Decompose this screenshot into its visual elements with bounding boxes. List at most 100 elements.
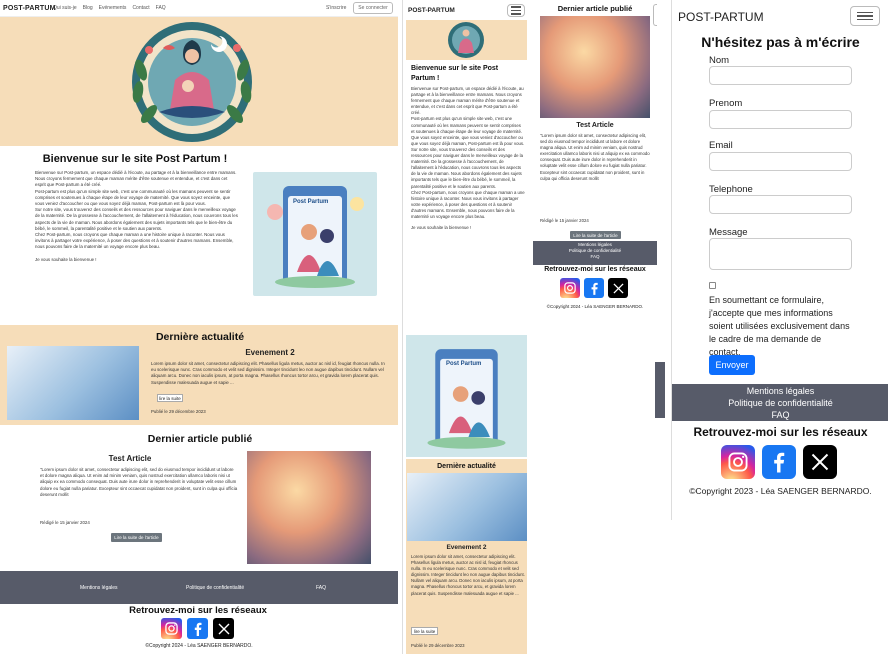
welcome-paragraph: Chez Post-partum, nous croyons que chaqu…	[35, 232, 234, 250]
consent-text: En soumettant ce formulaire, j'accepte q…	[709, 295, 850, 357]
footer: Mentions légales Politique de confidenti…	[0, 571, 398, 604]
social-title: Retrouvez-moi sur les réseaux	[693, 425, 868, 439]
article-read-more-button[interactable]: Lire la suite de l'article	[111, 533, 162, 542]
firstname-field[interactable]	[709, 110, 852, 129]
footer-privacy-link[interactable]: Politique de confidentialité	[186, 585, 244, 591]
signup-link[interactable]: S'inscrire	[326, 5, 346, 11]
hero-banner	[406, 20, 527, 60]
event-date: Publié le 29 décembre 2023	[411, 643, 465, 648]
event-text: Lorem ipsum dolor sit amet, consectetur …	[411, 554, 525, 596]
nav-link-about[interactable]: Qui suis-je	[53, 5, 77, 11]
facebook-icon[interactable]	[584, 278, 604, 298]
instagram-icon[interactable]	[560, 278, 580, 298]
event-title: Evenement 2	[245, 348, 295, 357]
x-icon[interactable]	[803, 445, 837, 479]
menu-icon[interactable]	[850, 6, 880, 26]
welcome-paragraph: Je vous souhaite la bienvenue !	[35, 256, 97, 262]
phone-illustration: Post Partum	[406, 335, 527, 457]
welcome-paragraph: Post-partum est plus qu'un simple site w…	[411, 116, 525, 146]
social-title: Retrouvez-moi sur les réseaux	[544, 266, 646, 273]
mobile-article-page: Dernier article publié Test Article "Lor…	[533, 0, 657, 318]
event-read-more-button[interactable]: lire la suite	[157, 394, 183, 402]
phone-title: Post Partum	[293, 199, 329, 205]
email-label: Email	[709, 140, 733, 151]
article-image	[247, 451, 371, 564]
copyright: ©Copyright 2024 - Léa SAENGER BERNARDO.	[546, 304, 644, 309]
phone-field[interactable]	[709, 195, 852, 214]
navbar: POST-PARTUM Qui suis-je Blog Evénements …	[0, 0, 398, 17]
contact-page: POST-PARTUM N'hésitez pas à m'écrire Nom…	[671, 0, 888, 520]
welcome-paragraph: Post-partum est plus qu'un simple site w…	[35, 188, 231, 207]
phone-label: Telephone	[709, 184, 753, 195]
nav-link-contact[interactable]: Contact	[132, 5, 149, 11]
article-date: Rédigé le 15 janvier 2024	[540, 218, 589, 223]
message-label: Message	[709, 227, 748, 238]
welcome-paragraph: Bienvenue sur Post-partum, un espace déd…	[411, 86, 524, 116]
cut-off-footer-sliver	[655, 362, 665, 418]
footer-legal-link[interactable]: Mentions légales	[672, 385, 888, 397]
firstname-label: Prenom	[709, 98, 743, 109]
login-button[interactable]: Se connecter	[353, 2, 393, 14]
event-date: Publié le 29 décembre 2023	[151, 409, 206, 414]
footer-faq-link[interactable]: FAQ	[533, 254, 657, 260]
article-text: "Lorem ipsum dolor sit amet, consectetur…	[40, 467, 238, 497]
welcome-text: Bienvenue sur Post-partum, un espace déd…	[35, 170, 238, 263]
nav-link-blog[interactable]: Blog	[83, 5, 93, 11]
x-icon[interactable]	[213, 618, 234, 639]
event-text: Lorem ipsum dolor sit amet, consectetur …	[151, 361, 385, 385]
facebook-icon[interactable]	[187, 618, 208, 639]
footer: Mentions légales Politique de confidenti…	[533, 241, 657, 265]
footer-faq-link[interactable]: FAQ	[672, 409, 888, 421]
email-field[interactable]	[709, 152, 852, 171]
welcome-paragraph: Je vous souhaite la bienvenue !	[411, 225, 472, 231]
article-date: Rédigé le 15 janvier 2024	[40, 520, 90, 525]
nav-links: Qui suis-je Blog Evénements Contact FAQ	[53, 5, 166, 11]
message-textarea[interactable]	[709, 238, 852, 270]
news-section-title: Dernière actualité	[155, 331, 245, 343]
footer-privacy-link[interactable]: Politique de confidentialité	[672, 397, 888, 409]
menu-icon[interactable]	[507, 4, 525, 17]
event-title: Evenement 2	[446, 544, 487, 551]
welcome-paragraph: Chez Post-partum, nous croyons que chaqu…	[411, 189, 525, 219]
mobile-page: POST-PARTUM Bienvenue sur le site Post P…	[402, 0, 528, 654]
facebook-icon[interactable]	[762, 445, 796, 479]
article-title: Test Article	[576, 122, 614, 129]
event-read-more-button[interactable]: lire la suite	[411, 627, 438, 635]
consent-checkbox[interactable]	[709, 282, 716, 289]
hero-banner	[0, 17, 398, 146]
nav-link-faq[interactable]: FAQ	[156, 5, 166, 11]
copyright: ©Copyright 2023 - Léa SAENGER BERNARDO.	[689, 486, 872, 496]
brand-logo[interactable]: POST-PARTUM	[678, 10, 764, 24]
news-section: Dernière actualité Evenement 2 Lorem ips…	[0, 325, 398, 425]
welcome-paragraph: Sur notre site, vous trouverez des conse…	[35, 207, 238, 231]
submit-button[interactable]: Envoyer	[709, 355, 755, 375]
article-read-more-button[interactable]: Lire la suite de l'article	[570, 231, 621, 239]
article-image	[540, 16, 650, 118]
footer-faq-link[interactable]: FAQ	[316, 585, 326, 591]
news-section-title: Dernière actualité	[437, 463, 496, 470]
copyright: ©Copyright 2024 - Léa SAENGER BERNARDO.	[145, 643, 253, 649]
event-image	[7, 346, 139, 420]
news-section: Dernière actualité Evenement 2 Lorem ips…	[406, 459, 527, 654]
footer-legal-link[interactable]: Mentions légales	[80, 585, 118, 591]
desktop-page: POST-PARTUM Qui suis-je Blog Evénements …	[0, 0, 398, 654]
article-title: Test Article	[108, 454, 152, 463]
welcome-title: Bienvenue sur le site Post Partum !	[42, 153, 228, 165]
name-field[interactable]	[709, 66, 852, 85]
article-section-title: Dernier article publié	[147, 433, 253, 445]
nav-link-events[interactable]: Evénements	[99, 5, 127, 11]
instagram-icon[interactable]	[721, 445, 755, 479]
brand-logo[interactable]: POST-PARTUM	[408, 7, 455, 14]
welcome-text: Bienvenue sur Post-partum, un espace déd…	[411, 86, 525, 231]
phone-title: Post Partum	[446, 361, 482, 367]
social-title: Retrouvez-moi sur les réseaux	[129, 605, 267, 616]
footer: Mentions légales Politique de confidenti…	[672, 384, 888, 421]
welcome-title: Bienvenue sur le site Post Partum !	[411, 65, 499, 82]
name-label: Nom	[709, 55, 730, 66]
instagram-icon[interactable]	[161, 618, 182, 639]
x-icon[interactable]	[608, 278, 628, 298]
article-text: "Lorem ipsum dolor sit amet, consectetur…	[540, 133, 650, 181]
article-section-title: Dernier article publié	[557, 4, 633, 13]
event-image	[407, 473, 527, 541]
brand-logo[interactable]: POST-PARTUM	[3, 5, 56, 12]
